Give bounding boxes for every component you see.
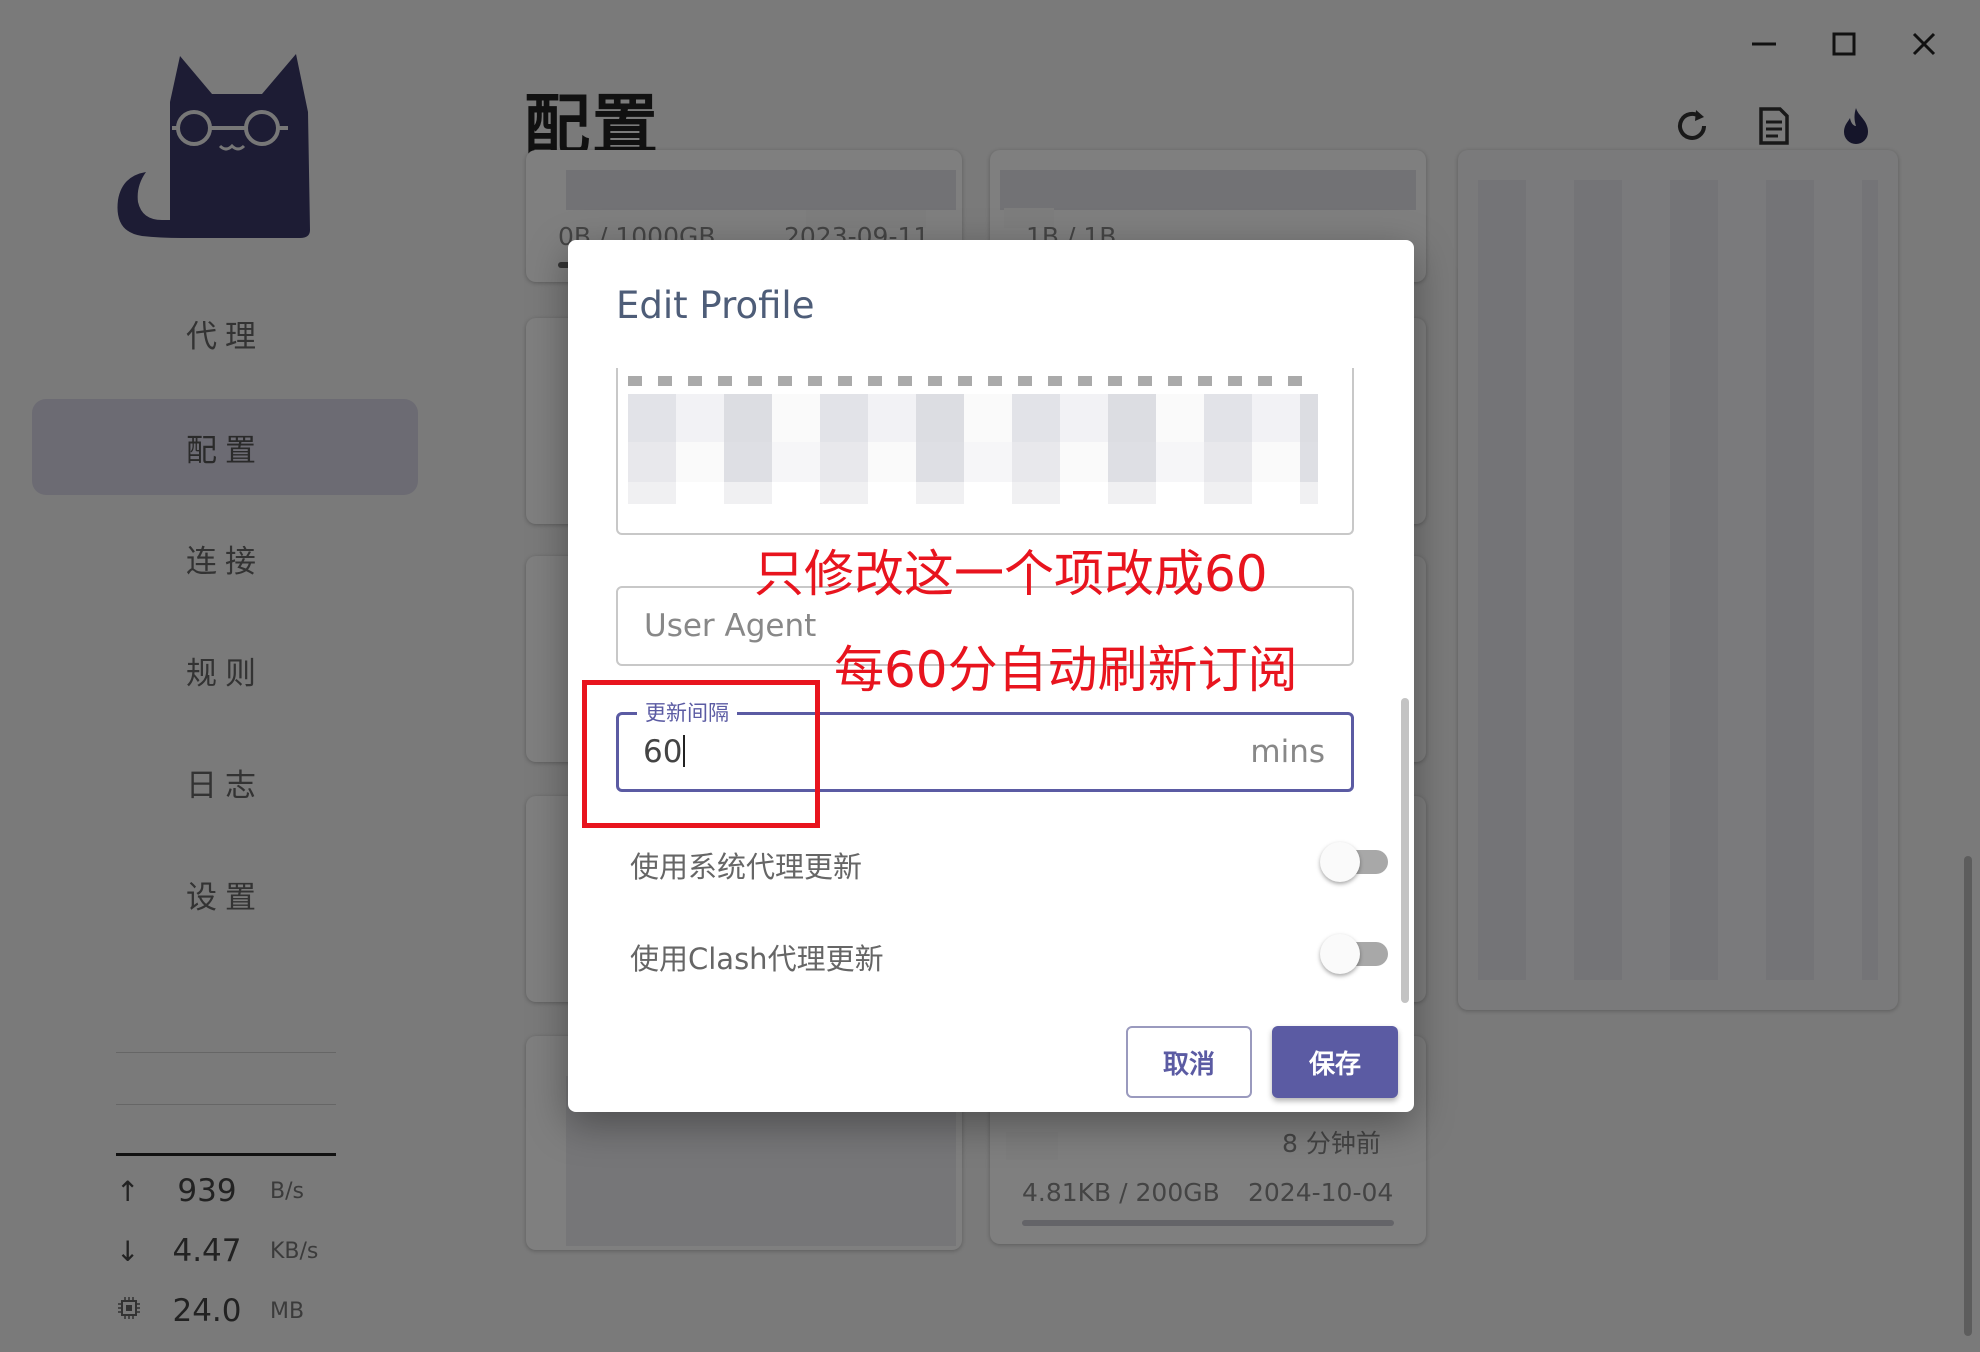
clash-proxy-toggle-row: 使用Clash代理更新: [630, 926, 1388, 982]
system-proxy-toggle-row: 使用系统代理更新: [630, 834, 1388, 890]
annotation-text: 每60分自动刷新订阅: [834, 641, 1298, 699]
update-interval-unit: mins: [1250, 734, 1325, 770]
user-agent-placeholder: User Agent: [644, 608, 817, 644]
highlight-box: [582, 680, 820, 828]
redacted-text: [628, 376, 1318, 386]
clash-proxy-label: 使用Clash代理更新: [630, 942, 884, 976]
cancel-button[interactable]: 取消: [1126, 1026, 1252, 1098]
subscription-url-field[interactable]: [616, 368, 1354, 535]
clash-proxy-switch[interactable]: [1320, 934, 1388, 974]
dialog-title: Edit Profile: [616, 284, 815, 327]
redacted-text: [628, 482, 1318, 504]
save-button[interactable]: 保存: [1272, 1026, 1398, 1098]
redacted-text: [628, 442, 1318, 482]
annotation-text: 只修改这一个项改成60: [754, 545, 1268, 603]
system-proxy-switch[interactable]: [1320, 842, 1388, 882]
redacted-text: [628, 394, 1318, 442]
dialog-scrollbar[interactable]: [1401, 698, 1409, 1003]
system-proxy-label: 使用系统代理更新: [630, 850, 863, 884]
